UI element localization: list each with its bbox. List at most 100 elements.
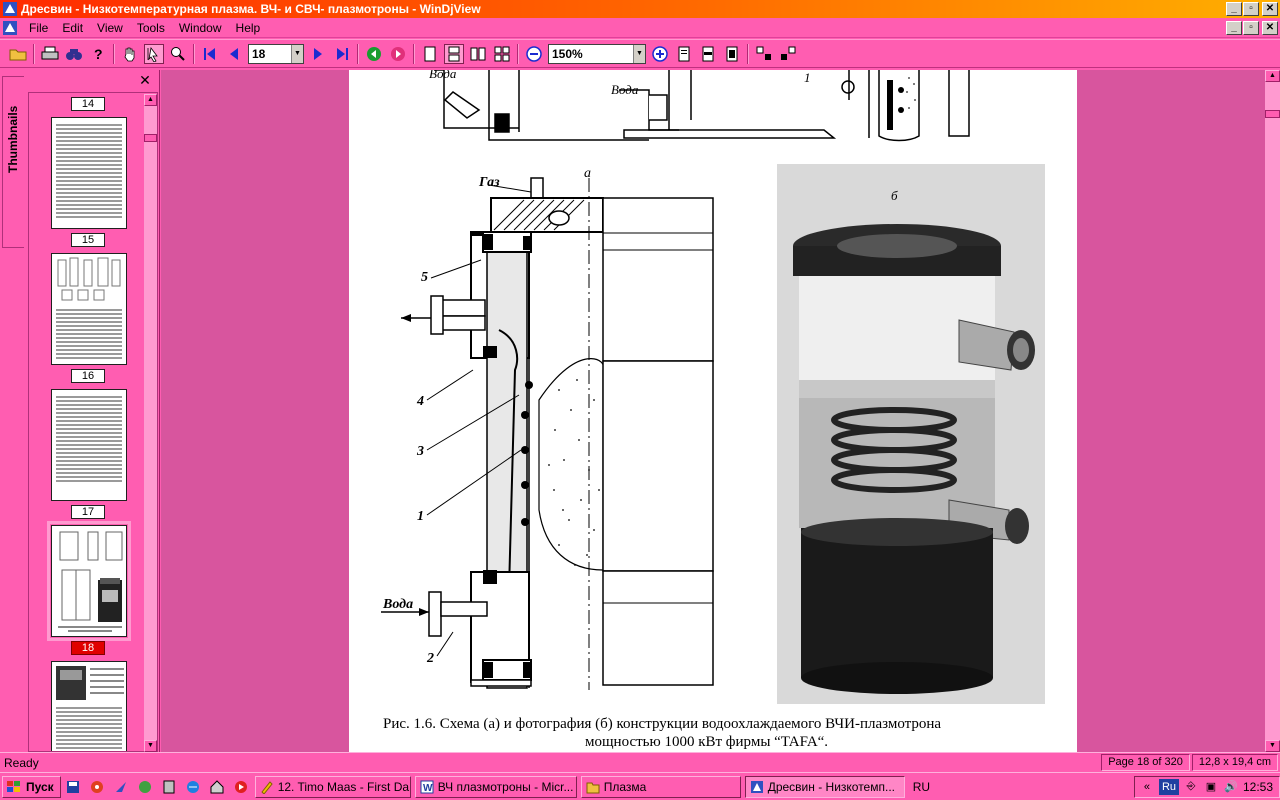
first-page-icon[interactable] (200, 44, 220, 64)
window-title: Дресвин - Низкотемпературная плазма. ВЧ-… (21, 2, 481, 16)
print-icon[interactable] (40, 44, 60, 64)
language-indicator[interactable]: RU (913, 780, 930, 794)
single-page-icon[interactable] (420, 44, 440, 64)
prev-page-icon[interactable] (224, 44, 244, 64)
chevron-down-icon[interactable]: ▼ (291, 44, 303, 63)
globe-icon[interactable] (183, 777, 203, 797)
chevron-down-icon[interactable]: ▼ (633, 44, 645, 63)
thumbnail-label-16[interactable]: 16 (71, 369, 105, 383)
network-icon[interactable] (135, 777, 155, 797)
start-button[interactable]: Пуск (2, 775, 61, 798)
page-info: Page 18 of 320 (1101, 754, 1190, 771)
taskbar-item-word[interactable]: W ВЧ плазмотроны - Micr... (414, 775, 577, 798)
status-text: Ready (4, 755, 39, 770)
menu-edit[interactable]: Edit (55, 21, 90, 35)
forward-icon[interactable] (388, 44, 408, 64)
close-panel-icon[interactable]: ✕ (138, 73, 152, 87)
media-player-icon[interactable] (87, 777, 107, 797)
tray-expand-icon[interactable]: « (1139, 779, 1155, 795)
continuous-facing-icon[interactable] (492, 44, 512, 64)
rotate-right-icon[interactable] (778, 44, 798, 64)
word-icon: W (420, 780, 434, 794)
menu-help[interactable]: Help (229, 21, 268, 35)
rotate-left-icon[interactable] (754, 44, 774, 64)
label-b: б (891, 188, 898, 203)
keyboard-layout-icon[interactable]: Ru (1158, 778, 1179, 795)
menu-window[interactable]: Window (172, 21, 229, 35)
back-icon[interactable] (364, 44, 384, 64)
thumbnail-page-15[interactable] (51, 117, 127, 229)
open-folder-icon[interactable] (8, 44, 28, 64)
page-number-input[interactable] (249, 44, 291, 63)
scroll-thumb[interactable] (1265, 110, 1280, 118)
page-number-combo[interactable]: ▼ (248, 43, 304, 64)
thumbnail-page-17[interactable] (51, 389, 127, 501)
thumbnails-tab[interactable]: Thumbnails (2, 76, 24, 248)
continuous-icon[interactable] (444, 43, 464, 64)
zoom-combo[interactable]: ▼ (548, 43, 646, 64)
title-bar[interactable]: Дресвин - Низкотемпературная плазма. ВЧ-… (0, 0, 1280, 18)
thumbnail-label-15[interactable]: 15 (71, 233, 105, 247)
zoom-out-icon[interactable] (524, 44, 544, 64)
taskbar-item-windjview[interactable]: Дресвин - Низкотемп... (744, 775, 905, 798)
scroll-down-arrow[interactable]: ▼ (1265, 740, 1280, 752)
actual-size-icon[interactable] (722, 44, 742, 64)
close-button[interactable]: ✕ (1262, 2, 1278, 16)
menu-tools[interactable]: Tools (130, 21, 172, 35)
thumbnail-label-17[interactable]: 17 (71, 505, 105, 519)
doc-minimize-button[interactable]: _ (1226, 20, 1242, 35)
thumbnail-page-19[interactable] (51, 661, 127, 751)
thumbnail-label-18[interactable]: 18 (71, 641, 105, 655)
find-icon[interactable] (64, 44, 84, 64)
toolbar: ? ▼ (0, 39, 1280, 68)
network-tray-icon[interactable]: ▣ (1203, 779, 1219, 795)
winamp-icon (261, 780, 273, 794)
thumbnails-tab-label: Thumbnails (6, 105, 20, 173)
calculator-icon[interactable] (159, 777, 179, 797)
thumbnail-list[interactable]: 14 15 16 17 18 (28, 92, 158, 752)
figure-caption-line2: мощностью 1000 кВт фирмы “TAFA“. (585, 734, 828, 750)
taskbar-item-label: Плазма (603, 779, 647, 794)
compass-icon[interactable] (111, 777, 131, 797)
label-1-top: 1 (804, 70, 811, 85)
document-icon[interactable] (2, 20, 18, 36)
thumbnail-page-18[interactable] (47, 521, 131, 641)
maximize-button[interactable]: ▫ (1243, 2, 1259, 16)
scroll-up-arrow[interactable]: ▲ (144, 94, 157, 106)
menu-view[interactable]: View (90, 21, 130, 35)
select-tool-icon[interactable] (144, 43, 164, 64)
thumbnail-label-14[interactable]: 14 (71, 97, 105, 111)
document-view[interactable]: Вода Вода 1 Газ а Вода 5 4 3 1 2 б Рис. … (161, 70, 1265, 752)
hand-tool-icon[interactable] (120, 44, 140, 64)
thumbnail-scrollbar[interactable]: ▲ ▼ (144, 94, 157, 752)
doc-close-button[interactable]: ✕ (1262, 20, 1278, 35)
next-page-icon[interactable] (308, 44, 328, 64)
last-page-icon[interactable] (332, 44, 352, 64)
doc-restore-button[interactable]: ▫ (1243, 20, 1259, 35)
zoom-input[interactable] (549, 44, 633, 63)
usb-icon[interactable]: ⎆ (1183, 779, 1199, 795)
taskbar-item-label: 12. Timo Maas - First Da... (277, 779, 411, 794)
thumbnail-page-16[interactable] (51, 253, 127, 365)
minimize-button[interactable]: _ (1226, 2, 1242, 16)
photo-tafa-plasmatron: б (777, 164, 1045, 704)
scroll-down-arrow[interactable]: ▼ (144, 740, 157, 752)
zoom-in-icon[interactable] (650, 44, 670, 64)
fit-width-icon[interactable] (698, 44, 718, 64)
scroll-up-arrow[interactable]: ▲ (1265, 70, 1280, 82)
fit-page-icon[interactable] (674, 44, 694, 64)
taskbar-item-winamp[interactable]: 12. Timo Maas - First Da... (254, 775, 411, 798)
scroll-thumb[interactable] (144, 134, 157, 142)
menu-file[interactable]: File (22, 21, 55, 35)
save-quicklaunch-icon[interactable] (63, 777, 83, 797)
volume-icon[interactable]: 🔊 (1223, 779, 1239, 795)
document-vertical-scrollbar[interactable]: ▲ ▼ (1265, 70, 1280, 752)
windjview-app-icon[interactable] (2, 1, 18, 17)
music-player-icon[interactable] (231, 777, 251, 797)
zoom-tool-icon[interactable] (168, 44, 188, 64)
start-label: Пуск (26, 779, 54, 794)
house-icon[interactable] (207, 777, 227, 797)
taskbar-item-folder[interactable]: Плазма (580, 775, 741, 798)
help-icon[interactable]: ? (88, 44, 108, 64)
facing-pages-icon[interactable] (468, 44, 488, 64)
